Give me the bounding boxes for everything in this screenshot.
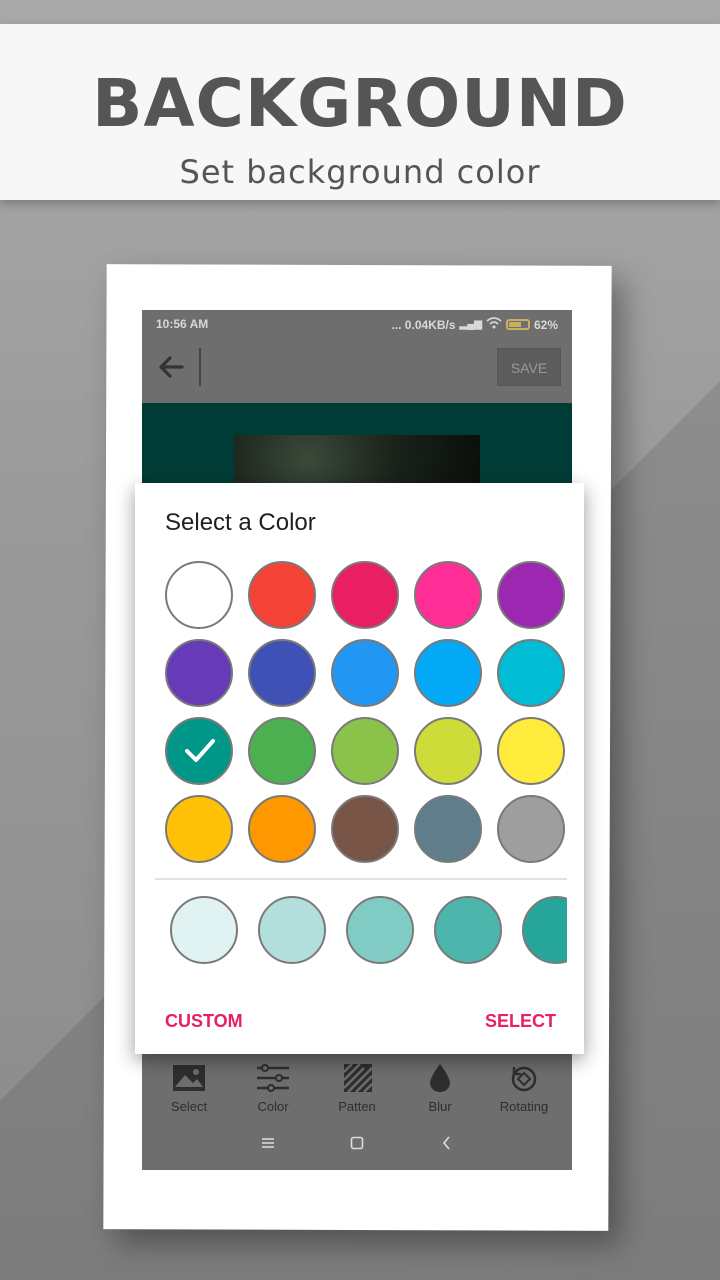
- color-swatch[interactable]: [414, 639, 482, 707]
- battery-icon: [505, 319, 530, 330]
- promo-subtitle: Set background color: [179, 153, 541, 191]
- status-time: 10:56 AM: [156, 317, 209, 331]
- dialog-divider: [155, 878, 567, 880]
- status-bar: 10:56 AM ... 0.04KB/s ▂▄▆ 62%: [142, 310, 572, 338]
- color-swatch[interactable]: [331, 561, 399, 629]
- shade-strip[interactable]: [155, 888, 567, 978]
- promo-title: BACKGROUND: [92, 65, 628, 142]
- custom-button[interactable]: CUSTOM: [165, 1011, 243, 1032]
- color-swatch[interactable]: [165, 561, 233, 629]
- color-swatch[interactable]: [248, 561, 316, 629]
- tool-label: Blur: [428, 1099, 452, 1114]
- color-swatch[interactable]: [165, 795, 233, 863]
- shade-swatch[interactable]: [170, 896, 238, 964]
- tool-label: Color: [257, 1099, 289, 1114]
- shade-swatch[interactable]: [434, 896, 502, 964]
- color-swatch[interactable]: [497, 717, 565, 785]
- color-swatch[interactable]: [414, 795, 482, 863]
- save-button[interactable]: SAVE: [497, 348, 561, 386]
- network-speed: ... 0.04KB/s: [391, 317, 456, 332]
- color-swatch[interactable]: [414, 717, 482, 785]
- select-button[interactable]: SELECT: [485, 1011, 556, 1032]
- color-swatch[interactable]: [165, 717, 233, 785]
- sliders-icon: [257, 1064, 289, 1092]
- rotate-icon: [511, 1066, 537, 1092]
- checkmark-icon: [185, 739, 215, 762]
- color-swatch[interactable]: [497, 639, 565, 707]
- tool-color[interactable]: Color: [233, 1063, 313, 1114]
- dialog-title: Select a Color: [165, 509, 316, 536]
- color-swatch[interactable]: [248, 639, 316, 707]
- menu-icon[interactable]: [253, 1136, 283, 1155]
- signal-icon: ▂▄▆: [459, 319, 482, 330]
- bottom-toolbar: Select Color Patten Blur Rotating: [142, 1053, 572, 1170]
- color-swatch[interactable]: [331, 795, 399, 863]
- tool-patten[interactable]: Patten: [317, 1063, 397, 1114]
- chevron-left-icon[interactable]: [432, 1136, 462, 1155]
- color-swatch[interactable]: [248, 795, 316, 863]
- color-swatch[interactable]: [331, 717, 399, 785]
- arrow-left-icon[interactable]: [156, 352, 188, 382]
- app-toolbar: SAVE: [142, 338, 572, 403]
- color-swatch[interactable]: [248, 717, 316, 785]
- shade-swatch[interactable]: [258, 896, 326, 964]
- tool-blur[interactable]: Blur: [400, 1063, 480, 1114]
- tool-select[interactable]: Select: [149, 1063, 229, 1114]
- tool-rotating[interactable]: Rotating: [484, 1063, 564, 1114]
- color-swatch[interactable]: [331, 639, 399, 707]
- status-right: ... 0.04KB/s ▂▄▆ 62%: [391, 317, 558, 332]
- image-icon: [173, 1065, 205, 1091]
- home-icon[interactable]: [342, 1136, 372, 1155]
- color-swatch[interactable]: [165, 639, 233, 707]
- tool-label: Patten: [338, 1099, 376, 1114]
- battery-level: 62%: [533, 317, 558, 332]
- system-nav-bar: [142, 1128, 572, 1168]
- shade-swatch[interactable]: [522, 896, 567, 964]
- drop-icon: [430, 1064, 450, 1092]
- color-swatch[interactable]: [497, 795, 565, 863]
- tool-label: Rotating: [499, 1099, 549, 1114]
- shade-swatch[interactable]: [346, 896, 414, 964]
- promo-banner: BACKGROUND Set background color: [0, 24, 720, 200]
- tool-label: Select: [170, 1099, 208, 1114]
- toolbar-divider: [199, 348, 201, 386]
- wifi-icon: [486, 317, 502, 332]
- pattern-icon: [343, 1063, 373, 1093]
- color-picker-dialog: Select a Color CUSTOM SELECT: [135, 483, 584, 1054]
- color-swatch[interactable]: [414, 561, 482, 629]
- color-swatch[interactable]: [497, 561, 565, 629]
